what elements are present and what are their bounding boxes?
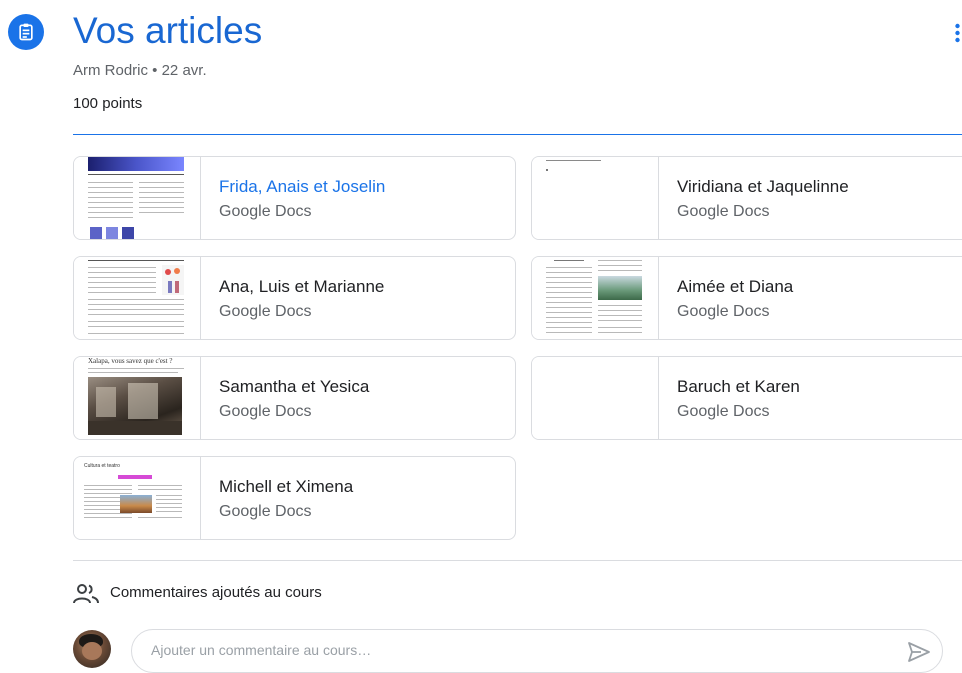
people-icon <box>73 583 99 605</box>
section-divider <box>73 560 962 561</box>
attachment-type: Google Docs <box>677 303 770 320</box>
attachment-card[interactable]: Xalapa, vous savez que c'est ? Samantha … <box>73 356 516 440</box>
attachment-name[interactable]: Samantha et Yesica <box>219 377 369 397</box>
attachment-card[interactable]: Cultura et teatro Michell et Ximena Goog… <box>73 456 516 540</box>
attachment-type: Google Docs <box>219 303 312 320</box>
assignment-icon <box>8 14 44 50</box>
more-vert-icon[interactable] <box>953 22 962 44</box>
document-thumbnail <box>532 357 659 439</box>
document-thumbnail <box>74 257 201 339</box>
assignment-meta: Arm Rodric • 22 avr. <box>73 62 207 79</box>
attachment-card[interactable]: Aimée et Diana Google Docs <box>531 256 962 340</box>
document-thumbnail <box>74 157 201 239</box>
thumbnail-heading: Xalapa, vous savez que c'est ? <box>88 357 173 365</box>
thumbnail-heading: Cultura et teatro <box>84 463 120 469</box>
class-comments-label: Commentaires ajoutés au cours <box>110 584 322 601</box>
document-thumbnail: Xalapa, vous savez que c'est ? <box>74 357 201 439</box>
attachment-name[interactable]: Viridiana et Jaquelinne <box>677 177 849 197</box>
page-title: Vos articles <box>73 10 263 51</box>
attachment-name[interactable]: Aimée et Diana <box>677 277 793 297</box>
attachment-type: Google Docs <box>219 403 312 420</box>
document-thumbnail: Cultura et teatro <box>74 457 201 539</box>
attachment-card[interactable]: Baruch et Karen Google Docs <box>531 356 962 440</box>
comment-input[interactable] <box>149 641 873 659</box>
attachment-name[interactable]: Baruch et Karen <box>677 377 800 397</box>
attachment-type: Google Docs <box>677 403 770 420</box>
attachment-card[interactable]: Viridiana et Jaquelinne Google Docs <box>531 156 962 240</box>
send-icon[interactable] <box>907 641 931 663</box>
attachment-card[interactable]: Ana, Luis et Marianne Google Docs <box>73 256 516 340</box>
attachment-name[interactable]: Ana, Luis et Marianne <box>219 277 384 297</box>
document-thumbnail <box>532 257 659 339</box>
header-divider <box>73 134 962 135</box>
document-thumbnail <box>532 157 659 239</box>
attachment-type: Google Docs <box>219 203 312 220</box>
avatar <box>73 630 111 668</box>
attachment-name[interactable]: Michell et Ximena <box>219 477 353 497</box>
assignment-points: 100 points <box>73 95 143 112</box>
attachment-name[interactable]: Frida, Anais et Joselin <box>219 177 385 197</box>
attachment-type: Google Docs <box>677 203 770 220</box>
attachment-card[interactable]: Frida, Anais et Joselin Google Docs <box>73 156 516 240</box>
class-comment-field[interactable] <box>131 629 943 673</box>
attachment-type: Google Docs <box>219 503 312 520</box>
